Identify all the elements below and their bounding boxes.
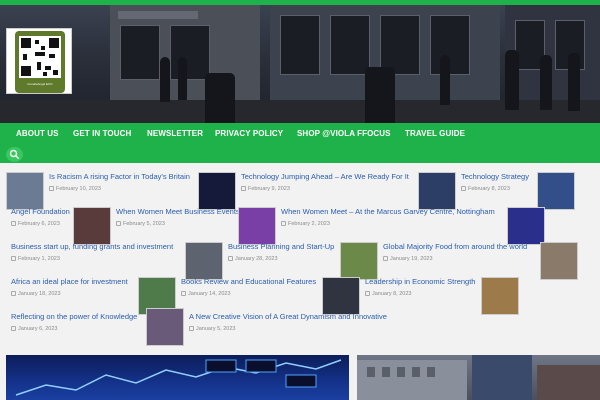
article-date: January 18, 2023 bbox=[11, 291, 61, 297]
article-thumbnail[interactable] bbox=[340, 242, 378, 280]
article-title[interactable]: Global Majority Food from around the wor… bbox=[383, 242, 527, 251]
article-thumbnail[interactable] bbox=[73, 207, 111, 245]
article-thumbnail[interactable] bbox=[6, 172, 44, 210]
article-title[interactable]: Technology Strategy bbox=[461, 172, 529, 181]
nav-privacy-policy[interactable]: PRIVACY POLICY bbox=[215, 129, 283, 138]
calendar-icon bbox=[11, 256, 16, 261]
logo-caption: FemaleAngel ECO bbox=[27, 82, 53, 86]
article-date: January 19, 2023 bbox=[383, 256, 433, 262]
calendar-icon bbox=[189, 326, 194, 331]
search-icon bbox=[9, 149, 20, 160]
article-title[interactable]: A New Creative Vision of A Great Dynamis… bbox=[189, 312, 387, 321]
main-navigation: ABOUT US GET IN TOUCH NEWSLETTER PRIVACY… bbox=[0, 123, 600, 145]
article-title[interactable]: Business start up, funding grants and in… bbox=[11, 242, 173, 251]
article-date: February 9, 2023 bbox=[241, 186, 290, 192]
article-thumbnail[interactable] bbox=[146, 308, 184, 346]
nav-shop[interactable]: SHOP @VIOLA FFOCUS bbox=[297, 129, 391, 138]
article-date: January 14, 2023 bbox=[181, 291, 231, 297]
calendar-icon bbox=[281, 221, 286, 226]
qr-code-icon: FemaleAngel ECO bbox=[15, 31, 65, 93]
search-bar bbox=[0, 145, 600, 163]
calendar-icon bbox=[365, 291, 370, 296]
article-date: February 1, 2023 bbox=[11, 256, 60, 262]
article-thumbnail[interactable] bbox=[238, 207, 276, 245]
article-date: January 6, 2023 bbox=[11, 326, 57, 332]
article-thumbnail[interactable] bbox=[537, 172, 575, 210]
article-thumbnail[interactable] bbox=[185, 242, 223, 280]
search-button[interactable] bbox=[6, 147, 23, 162]
calendar-icon bbox=[241, 186, 246, 191]
site-logo[interactable]: FemaleAngel ECO bbox=[6, 28, 72, 94]
calendar-icon bbox=[11, 326, 16, 331]
article-title[interactable]: Books Review and Educational Features bbox=[181, 277, 316, 286]
article-date: February 8, 2023 bbox=[461, 186, 510, 192]
article-thumbnail[interactable] bbox=[481, 277, 519, 315]
calendar-icon bbox=[11, 221, 16, 226]
article-date: January 28, 2023 bbox=[228, 256, 278, 262]
calendar-icon bbox=[49, 186, 54, 191]
article-thumbnail[interactable] bbox=[507, 207, 545, 245]
nav-get-in-touch[interactable]: GET IN TOUCH bbox=[73, 129, 131, 138]
article-title[interactable]: Business Planning and Start-Up bbox=[228, 242, 334, 251]
article-title[interactable]: When Women Meet – At the Marcus Garvey C… bbox=[281, 207, 495, 216]
calendar-icon bbox=[228, 256, 233, 261]
article-date: February 10, 2023 bbox=[49, 186, 101, 192]
article-title[interactable]: Angel Foundation bbox=[11, 207, 70, 216]
calendar-icon bbox=[11, 291, 16, 296]
article-title[interactable]: Technology Jumping Ahead – Are We Ready … bbox=[241, 172, 409, 181]
city-buildings-graphic bbox=[357, 355, 600, 400]
calendar-icon bbox=[181, 291, 186, 296]
article-date: February 5, 2023 bbox=[116, 221, 165, 227]
article-title[interactable]: Africa an ideal place for investment bbox=[11, 277, 128, 286]
featured-post-image-city[interactable] bbox=[357, 355, 600, 400]
nav-newsletter[interactable]: NEWSLETTER bbox=[147, 129, 203, 138]
article-thumbnail[interactable] bbox=[418, 172, 456, 210]
article-title[interactable]: Is Racism A rising Factor in Today's Bri… bbox=[49, 172, 190, 181]
calendar-icon bbox=[461, 186, 466, 191]
header-hero-image bbox=[0, 5, 600, 123]
nav-about-us[interactable]: ABOUT US bbox=[16, 129, 59, 138]
article-title[interactable]: When Women Meet Business Events bbox=[116, 207, 240, 216]
nav-travel-guide[interactable]: TRAVEL GUIDE bbox=[405, 129, 465, 138]
article-thumbnail[interactable] bbox=[322, 277, 360, 315]
article-date: January 8, 2023 bbox=[365, 291, 411, 297]
article-title[interactable]: Leadership in Economic Strength bbox=[365, 277, 475, 286]
featured-post-image-stock-market[interactable] bbox=[6, 355, 349, 400]
stock-chart-graphic bbox=[15, 359, 342, 396]
article-date: February 6, 2023 bbox=[11, 221, 60, 227]
article-date: February 2, 2023 bbox=[281, 221, 330, 227]
calendar-icon bbox=[116, 221, 121, 226]
calendar-icon bbox=[383, 256, 388, 261]
article-thumbnail[interactable] bbox=[198, 172, 236, 210]
article-title[interactable]: Reflecting on the power of Knowledge bbox=[11, 312, 137, 321]
article-thumbnail[interactable] bbox=[540, 242, 578, 280]
article-date: January 5, 2023 bbox=[189, 326, 235, 332]
